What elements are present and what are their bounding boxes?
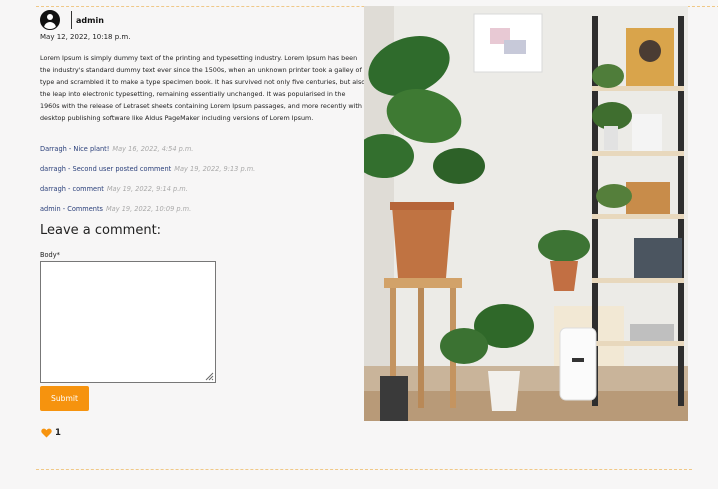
body-field-label: Body* [40, 251, 60, 259]
leave-comment-heading: Leave a comment: [40, 223, 162, 238]
comment-item: Darragh - Nice plant! May 16, 2022, 4:54 … [40, 145, 193, 153]
comment-date: May 16, 2022, 4:54 p.m. [112, 145, 194, 153]
post-author: admin [40, 10, 104, 30]
comment-date: May 19, 2022, 9:13 p.m. [174, 165, 256, 173]
comment-text: darragh - comment [40, 185, 104, 193]
comment-date: May 19, 2022, 10:09 p.m. [105, 205, 192, 213]
comment-text: darragh - Second user posted comment [40, 165, 172, 173]
post-image [364, 6, 688, 421]
post-date: May 12, 2022, 10:18 p.m. [40, 33, 131, 41]
resize-grip-icon[interactable] [204, 371, 214, 381]
like-control[interactable]: 1 [41, 428, 61, 438]
author-name: admin [76, 15, 104, 25]
bottom-divider [36, 469, 692, 470]
like-count: 1 [55, 428, 61, 438]
comment-text: admin - Comments [40, 205, 103, 213]
comment-item: darragh - Second user posted comment May … [40, 165, 255, 173]
comment-body-textarea[interactable] [40, 261, 216, 383]
comment-item: admin - Comments May 19, 2022, 10:09 p.m. [40, 205, 191, 213]
submit-button[interactable]: Submit [40, 386, 89, 411]
avatar-icon [40, 10, 60, 30]
author-separator [71, 11, 72, 29]
comment-text: Darragh - Nice plant! [40, 145, 110, 153]
comment-item: darragh - comment May 19, 2022, 9:14 p.m. [40, 185, 188, 193]
heart-icon[interactable] [41, 428, 52, 438]
comment-date: May 19, 2022, 9:14 p.m. [106, 185, 188, 193]
post-body: Lorem Ipsum is simply dummy text of the … [40, 54, 366, 123]
